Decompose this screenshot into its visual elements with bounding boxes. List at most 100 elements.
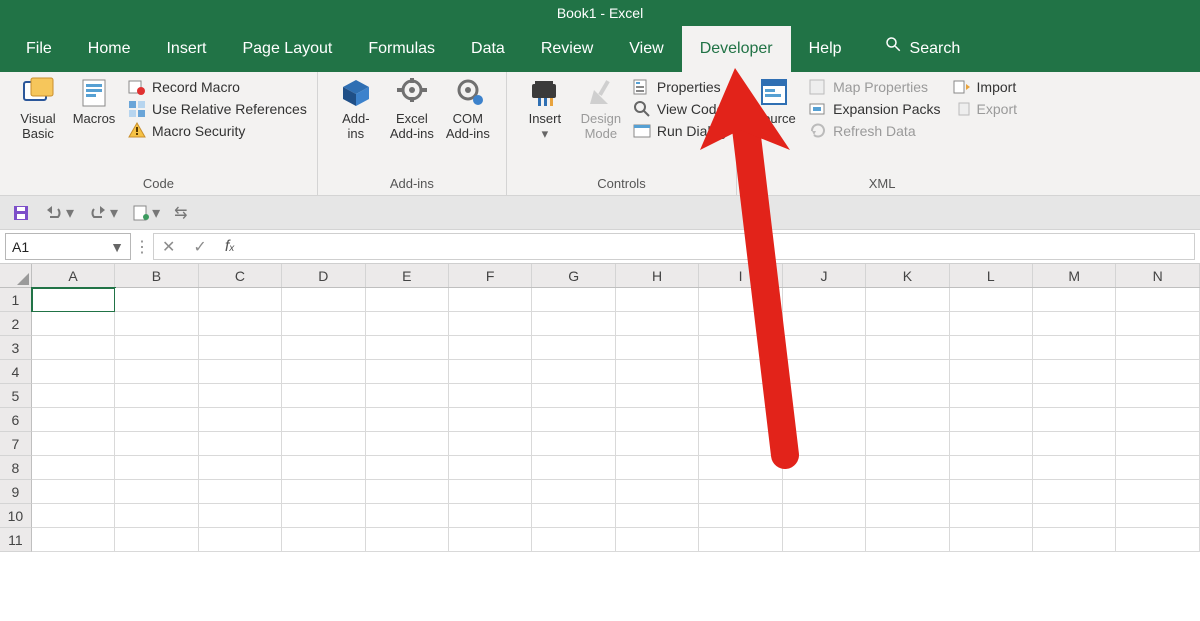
cell[interactable] <box>532 384 615 408</box>
redo-button[interactable]: ▾ <box>88 203 118 223</box>
cell[interactable] <box>366 528 449 552</box>
cell[interactable] <box>616 456 699 480</box>
insert-control-button[interactable]: Insert ▾ <box>517 76 573 142</box>
cell[interactable] <box>783 504 866 528</box>
cell[interactable] <box>199 480 282 504</box>
map-properties-button[interactable]: Map Properties <box>809 78 940 96</box>
cell[interactable] <box>449 456 532 480</box>
cell[interactable] <box>449 312 532 336</box>
cell[interactable] <box>1116 504 1199 528</box>
cell[interactable] <box>199 456 282 480</box>
cell[interactable] <box>115 360 198 384</box>
cell[interactable] <box>950 456 1033 480</box>
column-header[interactable]: G <box>532 264 615 287</box>
enter-formula-button[interactable]: ✓ <box>193 237 206 257</box>
fx-button[interactable]: fx <box>225 238 234 256</box>
row-header[interactable]: 6 <box>0 408 32 432</box>
cell[interactable] <box>1116 384 1199 408</box>
cell[interactable] <box>32 360 115 384</box>
cell[interactable] <box>950 288 1033 312</box>
cell[interactable] <box>366 384 449 408</box>
row-header[interactable]: 9 <box>0 480 32 504</box>
cell[interactable] <box>616 528 699 552</box>
cell[interactable] <box>115 528 198 552</box>
row-header[interactable]: 11 <box>0 528 32 552</box>
cell[interactable] <box>950 408 1033 432</box>
cell[interactable] <box>699 432 782 456</box>
cell[interactable] <box>699 336 782 360</box>
cell[interactable] <box>1116 456 1199 480</box>
cell[interactable] <box>199 360 282 384</box>
view-code-button[interactable]: View Code <box>633 100 726 118</box>
cell[interactable] <box>783 408 866 432</box>
row-header[interactable]: 5 <box>0 384 32 408</box>
cell[interactable] <box>282 408 365 432</box>
cell[interactable] <box>1033 480 1116 504</box>
column-header[interactable]: I <box>699 264 782 287</box>
row-header[interactable]: 1 <box>0 288 32 312</box>
cell[interactable] <box>616 312 699 336</box>
cell[interactable] <box>783 288 866 312</box>
cell[interactable] <box>115 432 198 456</box>
tab-help[interactable]: Help <box>791 26 860 72</box>
cell[interactable] <box>1116 336 1199 360</box>
cell[interactable] <box>699 456 782 480</box>
cell[interactable] <box>1033 360 1116 384</box>
column-header[interactable]: D <box>282 264 365 287</box>
cell[interactable] <box>866 480 949 504</box>
cell[interactable] <box>282 360 365 384</box>
export-button[interactable]: Export <box>953 100 1017 118</box>
use-relative-references-button[interactable]: Use Relative References <box>128 100 307 118</box>
cell[interactable] <box>532 408 615 432</box>
cell[interactable] <box>532 456 615 480</box>
cell[interactable] <box>532 360 615 384</box>
cell[interactable] <box>866 312 949 336</box>
cell[interactable] <box>32 504 115 528</box>
cell[interactable] <box>282 288 365 312</box>
com-addins-button[interactable]: COM Add-ins <box>440 76 496 142</box>
visual-basic-button[interactable]: Visual Basic <box>10 76 66 142</box>
column-header[interactable]: L <box>950 264 1033 287</box>
name-box[interactable]: A1 ▼ <box>5 233 131 260</box>
save-button[interactable] <box>12 204 30 222</box>
row-header[interactable]: 2 <box>0 312 32 336</box>
cell[interactable] <box>366 288 449 312</box>
cell[interactable] <box>866 384 949 408</box>
tab-data[interactable]: Data <box>453 26 523 72</box>
cell[interactable] <box>866 504 949 528</box>
cell[interactable] <box>199 312 282 336</box>
cell[interactable] <box>115 480 198 504</box>
cell[interactable] <box>366 432 449 456</box>
cell[interactable] <box>366 456 449 480</box>
cell[interactable] <box>1033 456 1116 480</box>
customize-qat-button[interactable]: ▾ <box>132 203 160 223</box>
cell[interactable] <box>783 432 866 456</box>
cell[interactable] <box>282 336 365 360</box>
cell[interactable] <box>449 336 532 360</box>
cell[interactable] <box>115 288 198 312</box>
cell[interactable] <box>866 288 949 312</box>
import-button[interactable]: Import <box>953 78 1017 96</box>
qat-overflow-button[interactable]: ⇆ <box>174 203 187 223</box>
run-dialog-button[interactable]: Run Dialog <box>633 122 726 140</box>
cell[interactable] <box>282 504 365 528</box>
cell[interactable] <box>950 432 1033 456</box>
cell[interactable] <box>950 528 1033 552</box>
cell[interactable] <box>199 528 282 552</box>
cell[interactable] <box>1033 336 1116 360</box>
cell[interactable] <box>783 528 866 552</box>
search-menu[interactable]: Search <box>866 26 979 72</box>
cell[interactable] <box>32 336 115 360</box>
cell[interactable] <box>950 312 1033 336</box>
cell[interactable] <box>32 456 115 480</box>
column-header[interactable]: N <box>1116 264 1199 287</box>
cell[interactable] <box>449 504 532 528</box>
select-all-corner[interactable] <box>0 264 32 287</box>
cell[interactable] <box>199 384 282 408</box>
cell[interactable] <box>783 384 866 408</box>
cell[interactable] <box>616 360 699 384</box>
cell[interactable] <box>1033 408 1116 432</box>
cell[interactable] <box>1033 528 1116 552</box>
cell[interactable] <box>282 432 365 456</box>
cell[interactable] <box>616 408 699 432</box>
